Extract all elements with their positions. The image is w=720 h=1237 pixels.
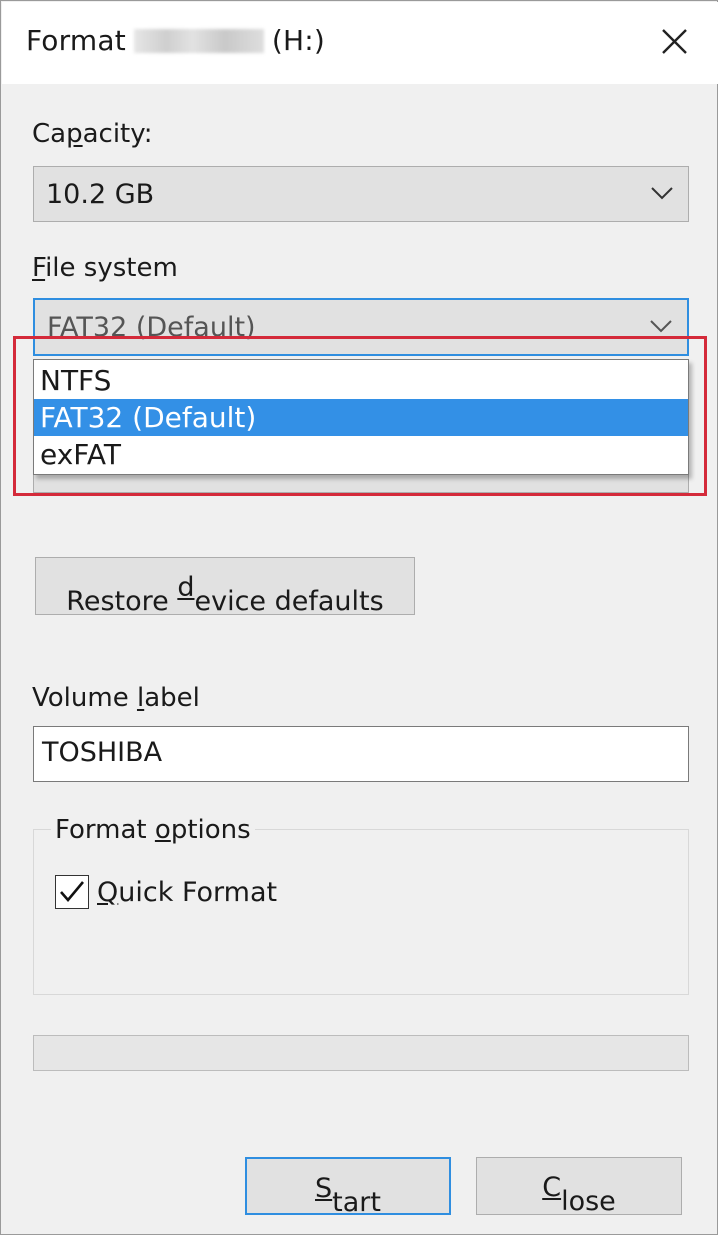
restore-button-label: Restore device defaults xyxy=(66,572,384,617)
checkmark-icon xyxy=(60,881,84,903)
title-drive-letter: (H:) xyxy=(271,24,326,57)
window-title: Format (H:) xyxy=(26,24,325,57)
volume-label-caption: Volume label xyxy=(32,683,200,713)
file-system-label: File system xyxy=(32,253,178,283)
capacity-select[interactable]: 10.2 GB xyxy=(33,166,689,222)
capacity-label: Capacity: xyxy=(32,119,153,149)
format-dialog: Format (H:) Capacity: 10.2 GB File system… xyxy=(0,0,718,1235)
format-options-legend: Format options xyxy=(51,815,255,845)
start-button[interactable]: Start xyxy=(245,1157,451,1218)
redacted-drive-name xyxy=(133,29,264,53)
chevron-down-icon xyxy=(651,187,673,200)
close-window-button[interactable] xyxy=(654,22,694,62)
quick-format-checkbox[interactable] xyxy=(55,875,89,909)
restore-device-defaults-button[interactable]: Restore device defaults xyxy=(35,557,415,617)
chevron-down-icon xyxy=(650,320,672,333)
volume-label-input[interactable]: TOSHIBA xyxy=(33,726,689,782)
format-progress-bar xyxy=(33,1035,689,1071)
capacity-value: 10.2 GB xyxy=(46,179,155,210)
volume-label-value: TOSHIBA xyxy=(42,737,163,768)
start-button-label: Start xyxy=(315,1173,381,1218)
quick-format-label[interactable]: Quick Format xyxy=(97,877,277,908)
close-button[interactable]: Close xyxy=(476,1157,682,1217)
title-prefix: Format xyxy=(26,24,126,57)
close-icon xyxy=(662,29,687,54)
highlight-box xyxy=(13,336,707,496)
title-bar: Format (H:) xyxy=(2,2,718,84)
format-options-group xyxy=(33,829,689,995)
close-button-label: Close xyxy=(542,1172,616,1217)
